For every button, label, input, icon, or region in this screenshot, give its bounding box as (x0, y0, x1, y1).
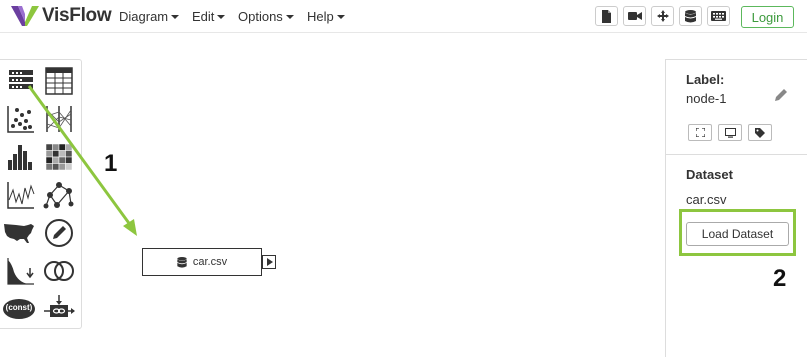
option-panel: Label: node-1 Dataset car.csv Load Datas… (665, 59, 807, 357)
tag-icon (755, 127, 765, 138)
fullscreen-button[interactable] (688, 124, 712, 141)
step-1-annotation: 1 (104, 150, 118, 177)
visualization-mode-button[interactable] (718, 124, 742, 141)
expand-icon (695, 128, 705, 137)
step-2-annotation: 2 (773, 265, 787, 292)
monitor-icon (724, 127, 736, 138)
visflow-app: VisFlow Diagram Edit Options Help Login … (0, 0, 807, 357)
load-dataset-button[interactable]: Load Dataset (686, 222, 789, 246)
panel-divider (666, 154, 807, 155)
dataset-heading: Dataset (686, 167, 733, 182)
pencil-icon[interactable] (774, 88, 788, 102)
label-toggle-button[interactable] (748, 124, 772, 141)
node-label-value: node-1 (686, 91, 727, 106)
label-heading: Label: (686, 72, 725, 87)
dataset-file-value: car.csv (686, 192, 727, 207)
